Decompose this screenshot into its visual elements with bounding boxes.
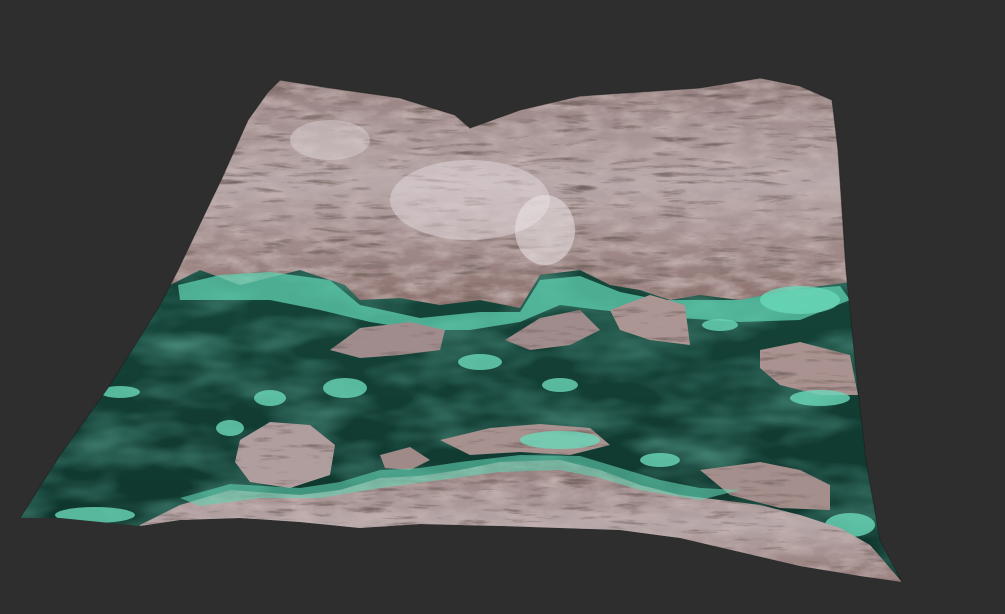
3d-viewport[interactable] (0, 0, 1005, 614)
terrain-render[interactable] (0, 0, 1005, 614)
terrain-surface (20, 78, 902, 582)
